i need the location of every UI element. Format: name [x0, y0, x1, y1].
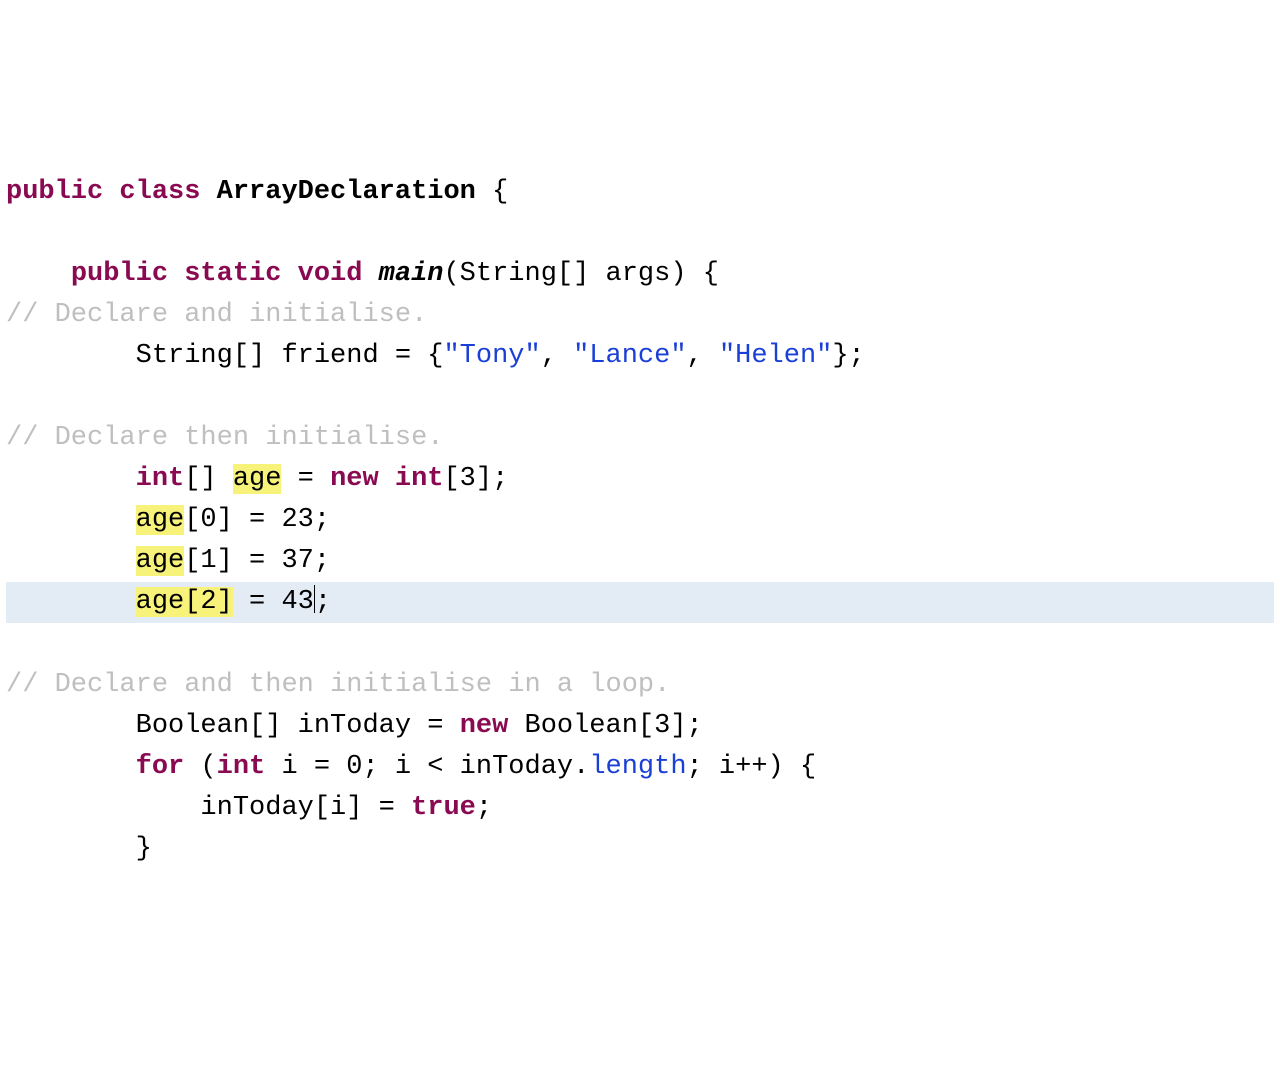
code-editor[interactable]: public class ArrayDeclaration { public s… — [6, 172, 1274, 870]
